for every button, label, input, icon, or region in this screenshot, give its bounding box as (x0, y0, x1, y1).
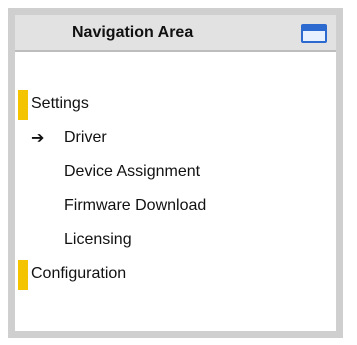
nav-item-label: Settings (31, 95, 89, 112)
nav-item-settings[interactable]: Settings (15, 90, 315, 120)
navigation-panel: Navigation Area Settings ➔ Driver Device… (8, 8, 343, 338)
window-icon[interactable] (301, 24, 327, 43)
nav-item-licensing[interactable]: Licensing (15, 226, 315, 254)
nav-item-label: Firmware Download (64, 197, 207, 214)
nav-item-configuration[interactable]: Configuration (15, 260, 315, 290)
nav-item-label: Driver (64, 129, 107, 146)
nav-item-device-assignment[interactable]: Device Assignment (15, 158, 315, 186)
nav-item-label: Device Assignment (64, 163, 201, 180)
arrow-right-icon: ➔ (31, 128, 45, 147)
section-marker (18, 90, 28, 120)
nav-item-firmware-download[interactable]: Firmware Download (15, 192, 315, 220)
navigation-title: Navigation Area (72, 24, 194, 41)
nav-item-label: Licensing (64, 231, 132, 248)
navigation-header: Navigation Area (15, 15, 336, 52)
section-marker (18, 260, 28, 290)
nav-item-driver[interactable]: ➔ Driver (15, 124, 315, 152)
nav-item-label: Configuration (31, 265, 127, 282)
